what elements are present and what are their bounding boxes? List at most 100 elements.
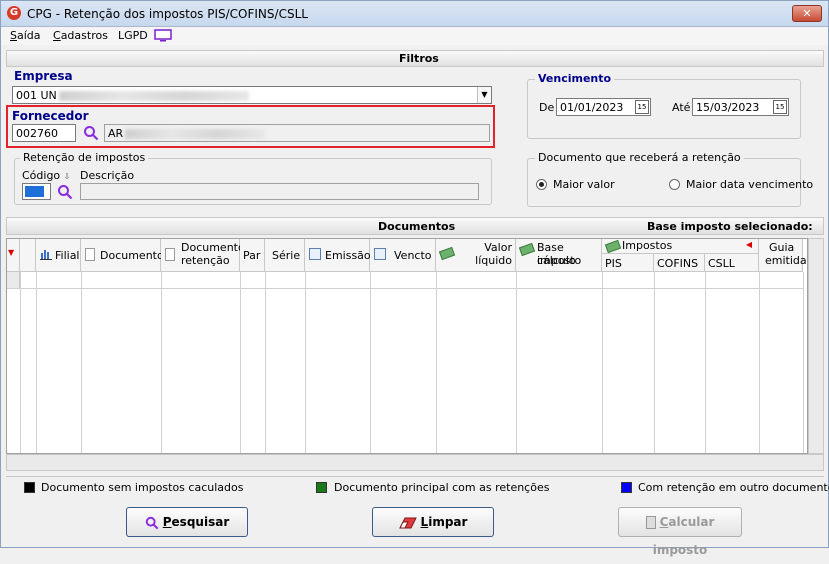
select-header: [20, 239, 36, 272]
pesquisar-button[interactable]: Pesquisar: [126, 507, 248, 537]
documentos-title: Documentos: [378, 220, 456, 233]
document-icon: [165, 248, 175, 261]
maior-valor-label: Maior valor: [553, 178, 615, 191]
calendar-icon[interactable]: 15: [635, 100, 649, 114]
col-impostos-label: Impostos: [622, 239, 673, 252]
col-filial-label: Filial: [55, 249, 80, 262]
horizontal-scrollbar[interactable]: [6, 454, 824, 471]
col-filial[interactable]: Filial: [36, 239, 81, 272]
col-impostos-group[interactable]: Impostos ◀: [602, 239, 759, 254]
app-logo-icon: G: [7, 6, 21, 20]
descricao-label: Descrição: [80, 169, 135, 182]
legend-black-swatch: [24, 482, 35, 493]
col-cofins[interactable]: COFINS: [654, 254, 705, 272]
chevron-down-icon[interactable]: ▼: [477, 87, 491, 103]
empresa-label: Empresa: [14, 69, 73, 83]
fornecedor-blurred-text: [125, 129, 266, 139]
calendar-icon: [309, 248, 321, 260]
col-divider: [265, 272, 266, 453]
menu-cadastros[interactable]: Cadastros: [53, 29, 108, 42]
col-vencto-label: Vencto: [394, 249, 432, 262]
col-par-label: Par: [243, 249, 261, 262]
search-icon[interactable]: [83, 125, 99, 141]
col-serie[interactable]: Série: [265, 239, 305, 272]
row-indicator: [7, 272, 20, 288]
data-de-input[interactable]: 01/01/2023 15: [556, 98, 651, 116]
money-icon: [604, 239, 622, 254]
col-divider: [516, 272, 517, 453]
col-emissao[interactable]: Emissão: [305, 239, 371, 272]
codigo-input[interactable]: [22, 183, 51, 200]
col-divider: [654, 272, 655, 453]
col-guia-label-2: emitida: [765, 254, 807, 267]
col-base-label-2: imposto: [537, 254, 582, 267]
data-ate-input[interactable]: 15/03/2023 15: [692, 98, 789, 116]
sort-icon: ⇩: [63, 172, 71, 181]
legend-label-2: Documento principal com as retenções: [334, 481, 550, 494]
table-row[interactable]: [7, 272, 803, 289]
col-divider: [436, 272, 437, 453]
filtros-title: Filtros: [399, 52, 439, 65]
bar-chart-icon: [40, 248, 52, 263]
col-cofins-label: COFINS: [657, 257, 699, 270]
menu-lgpd[interactable]: LGPD: [118, 29, 148, 42]
indicator-header: ▼: [7, 239, 20, 272]
col-divider: [370, 272, 371, 453]
monitor-icon[interactable]: [154, 29, 172, 42]
close-button[interactable]: ✕: [792, 5, 822, 22]
legend-label-3: Com retenção em outro documento: [638, 481, 829, 494]
fornecedor-name-field: AR: [104, 124, 490, 142]
col-base-calculo[interactable]: Base cálculo imposto: [516, 239, 602, 272]
col-guia[interactable]: Guia emitida: [759, 239, 807, 272]
calcular-imposto-button[interactable]: Calcular imposto: [618, 507, 742, 557]
col-documento-retencao[interactable]: Documento retenção: [161, 239, 245, 272]
base-imposto-title: Base imposto selecionado:: [647, 220, 813, 233]
col-csll[interactable]: CSLL: [705, 254, 759, 272]
maior-valor-radio[interactable]: [536, 179, 547, 190]
col-divider: [36, 272, 37, 453]
documentos-grid[interactable]: ▼ Filial Documento Documento retenção Pa…: [6, 238, 808, 454]
money-icon: [518, 242, 536, 257]
col-divider: [81, 272, 82, 453]
vencimento-group-title: Vencimento: [535, 72, 615, 85]
col-divider: [803, 272, 804, 453]
legend-blue-swatch: [621, 482, 632, 493]
codigo-selection: [25, 186, 44, 197]
search-icon[interactable]: [57, 184, 73, 200]
document-icon: [85, 248, 95, 261]
col-divider: [759, 272, 760, 453]
calendar-icon: [374, 248, 386, 260]
col-divider: [20, 272, 21, 453]
window-title: CPG - Retenção dos impostos PIS/COFINS/C…: [27, 7, 308, 21]
col-vencto[interactable]: Vencto: [370, 239, 436, 272]
col-pis-label: PIS: [605, 257, 622, 270]
de-label: De: [539, 101, 555, 114]
caret-left-icon[interactable]: ◀: [746, 240, 752, 249]
calculator-icon: [645, 516, 656, 529]
col-csll-label: CSLL: [708, 257, 735, 270]
col-divider: [305, 272, 306, 453]
filtros-section-bar: Filtros: [6, 50, 824, 67]
empresa-select[interactable]: 001 UN ▼: [12, 86, 492, 104]
col-divider: [240, 272, 241, 453]
menu-saida[interactable]: Saída: [10, 29, 41, 42]
money-icon: [438, 246, 456, 261]
retencao-group-title: Retenção de impostos: [20, 151, 149, 164]
documento-retencao-title: Documento que receberá a retenção: [535, 151, 744, 164]
fornecedor-code-input[interactable]: 002760: [12, 124, 76, 142]
limpar-button[interactable]: Limpar: [372, 507, 494, 537]
title-bar: G CPG - Retenção dos impostos PIS/COFINS…: [1, 1, 828, 27]
col-divider: [602, 272, 603, 453]
col-pis[interactable]: PIS: [602, 254, 654, 272]
col-valor-liquido[interactable]: Valor líquido: [436, 239, 516, 272]
col-docret-label-1: Documento: [181, 241, 245, 254]
col-par[interactable]: Par: [240, 239, 265, 272]
vertical-scrollbar[interactable]: [808, 238, 824, 454]
sort-desc-icon: ▼: [8, 248, 15, 257]
maior-data-radio[interactable]: [669, 179, 680, 190]
main-window: G CPG - Retenção dos impostos PIS/COFINS…: [0, 0, 829, 557]
legend-green-swatch: [316, 482, 327, 493]
col-serie-label: Série: [272, 249, 301, 262]
calendar-icon[interactable]: 15: [773, 100, 787, 114]
col-documento[interactable]: Documento: [81, 239, 164, 272]
